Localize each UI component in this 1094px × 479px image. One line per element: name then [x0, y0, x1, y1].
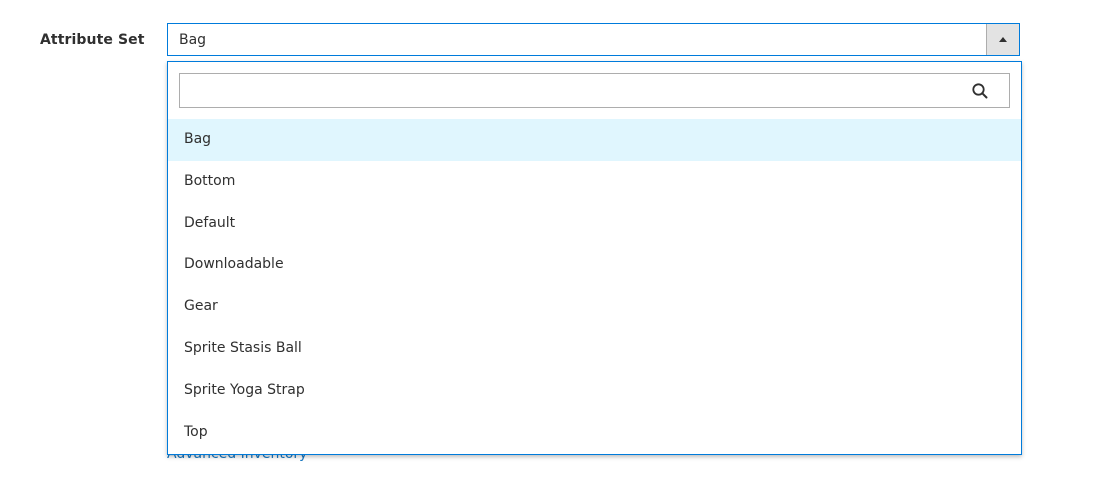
- attribute-set-dropdown: Bag Bottom Default Downloadable Gear Spr…: [167, 61, 1022, 455]
- dropdown-option-bag[interactable]: Bag: [168, 119, 1021, 161]
- dropdown-option-downloadable[interactable]: Downloadable: [168, 244, 1021, 286]
- dropdown-search-input[interactable]: [180, 74, 960, 107]
- product-form: Attribute Set Bag Advanced Inventory Bag…: [0, 0, 1094, 479]
- search-icon: [972, 83, 988, 99]
- dropdown-option-top[interactable]: Top: [168, 412, 1021, 454]
- dropdown-search: [179, 73, 1010, 108]
- dropdown-option-sprite-stasis-ball[interactable]: Sprite Stasis Ball: [168, 328, 1021, 370]
- caret-up-icon: [999, 37, 1007, 42]
- dropdown-toggle-button[interactable]: [986, 24, 1019, 55]
- dropdown-option-default[interactable]: Default: [168, 203, 1021, 245]
- dropdown-option-sprite-yoga-strap[interactable]: Sprite Yoga Strap: [168, 370, 1021, 412]
- dropdown-options-list: Bag Bottom Default Downloadable Gear Spr…: [168, 119, 1021, 453]
- attribute-set-selected-value: Bag: [179, 32, 207, 48]
- dropdown-option-gear[interactable]: Gear: [168, 286, 1021, 328]
- attribute-set-label: Attribute Set: [40, 32, 145, 48]
- attribute-set-select[interactable]: Bag: [167, 23, 1020, 56]
- dropdown-option-bottom[interactable]: Bottom: [168, 161, 1021, 203]
